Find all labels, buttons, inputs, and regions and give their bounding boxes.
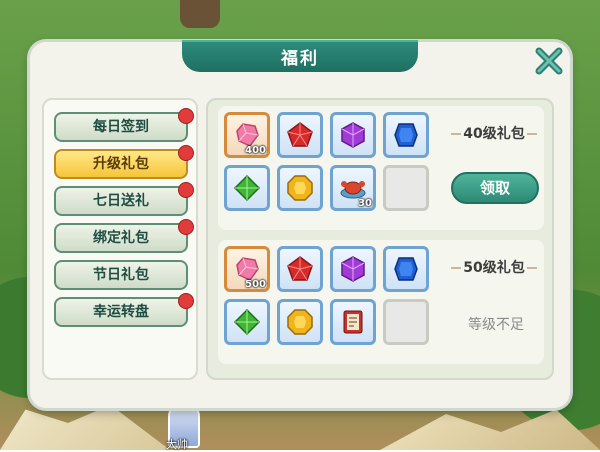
notification-badge	[178, 108, 194, 124]
item-slot[interactable]: 500	[224, 246, 270, 292]
content-area: 400 30 40级礼包 领取 500 50级礼包 等级不足	[206, 98, 554, 380]
yellow-gem-icon	[287, 175, 313, 201]
claim-button[interactable]: 领取	[451, 172, 539, 204]
sidebar-item-label: 幸运转盘	[93, 304, 149, 320]
item-quantity: 500	[245, 279, 266, 290]
gift-pack-40: 400 30 40级礼包 领取	[218, 106, 544, 230]
item-slot[interactable]	[383, 246, 429, 292]
title-bar: 福利	[182, 40, 418, 72]
welfare-panel: 福利 每日签到 升级礼包 七日送礼 绑定礼包 节日礼包 幸运转盘 400 30 …	[30, 40, 570, 408]
sidebar-item-label: 七日送礼	[93, 193, 149, 209]
sidebar-item-label: 升级礼包	[93, 156, 149, 172]
sidebar-item-label: 节日礼包	[93, 267, 149, 283]
pack-title: 40级礼包	[451, 120, 537, 148]
purple-gem-icon	[341, 256, 365, 282]
blue-gem-icon	[394, 123, 418, 147]
tent-left	[0, 405, 170, 450]
sidebar-item-label: 每日签到	[93, 119, 149, 135]
notification-badge	[178, 219, 194, 235]
item-slot[interactable]	[224, 165, 270, 211]
item-slot[interactable]: 400	[224, 112, 270, 158]
sidebar: 每日签到 升级礼包 七日送礼 绑定礼包 节日礼包 幸运转盘	[42, 98, 198, 380]
tent-right	[380, 409, 600, 450]
item-slot[interactable]	[383, 112, 429, 158]
sidebar-item-holiday-pack[interactable]: 节日礼包	[54, 260, 188, 290]
item-slot[interactable]	[330, 299, 376, 345]
blue-gem-icon	[394, 257, 418, 281]
item-slot[interactable]	[277, 299, 323, 345]
item-quantity: 30	[358, 198, 372, 209]
notification-badge	[178, 293, 194, 309]
green-gem-icon	[233, 174, 261, 202]
sidebar-item-seven-day-gift[interactable]: 七日送礼	[54, 182, 194, 216]
item-slot[interactable]: 30	[330, 165, 376, 211]
yellow-gem-icon	[287, 309, 313, 335]
tree-trunk	[180, 0, 220, 28]
close-icon	[535, 47, 563, 75]
pack-status: 等级不足	[468, 317, 524, 333]
gift-pack-50: 500 50级礼包 等级不足	[218, 240, 544, 364]
sidebar-item-label: 绑定礼包	[93, 230, 149, 246]
notification-badge	[178, 145, 194, 161]
pack-title: 50级礼包	[451, 254, 537, 282]
close-button[interactable]	[532, 44, 566, 78]
sidebar-item-bind-pack[interactable]: 绑定礼包	[54, 219, 194, 253]
item-slot[interactable]	[277, 246, 323, 292]
item-quantity: 400	[245, 145, 266, 156]
item-slot[interactable]	[330, 112, 376, 158]
sidebar-item-lucky-wheel[interactable]: 幸运转盘	[54, 293, 194, 327]
panel-title: 福利	[281, 49, 319, 69]
red-gem-icon	[287, 256, 313, 281]
item-slot-empty	[383, 165, 429, 211]
item-slot[interactable]	[277, 165, 323, 211]
purple-gem-icon	[341, 122, 365, 148]
red-gem-icon	[287, 122, 313, 147]
sidebar-item-level-pack[interactable]: 升级礼包	[54, 145, 194, 179]
red-book-icon	[343, 310, 363, 334]
green-gem-icon	[233, 308, 261, 336]
item-slot[interactable]	[224, 299, 270, 345]
sidebar-item-daily-checkin[interactable]: 每日签到	[54, 108, 194, 142]
item-slot-empty	[383, 299, 429, 345]
item-slot[interactable]	[330, 246, 376, 292]
notification-badge	[178, 182, 194, 198]
item-slot[interactable]	[277, 112, 323, 158]
